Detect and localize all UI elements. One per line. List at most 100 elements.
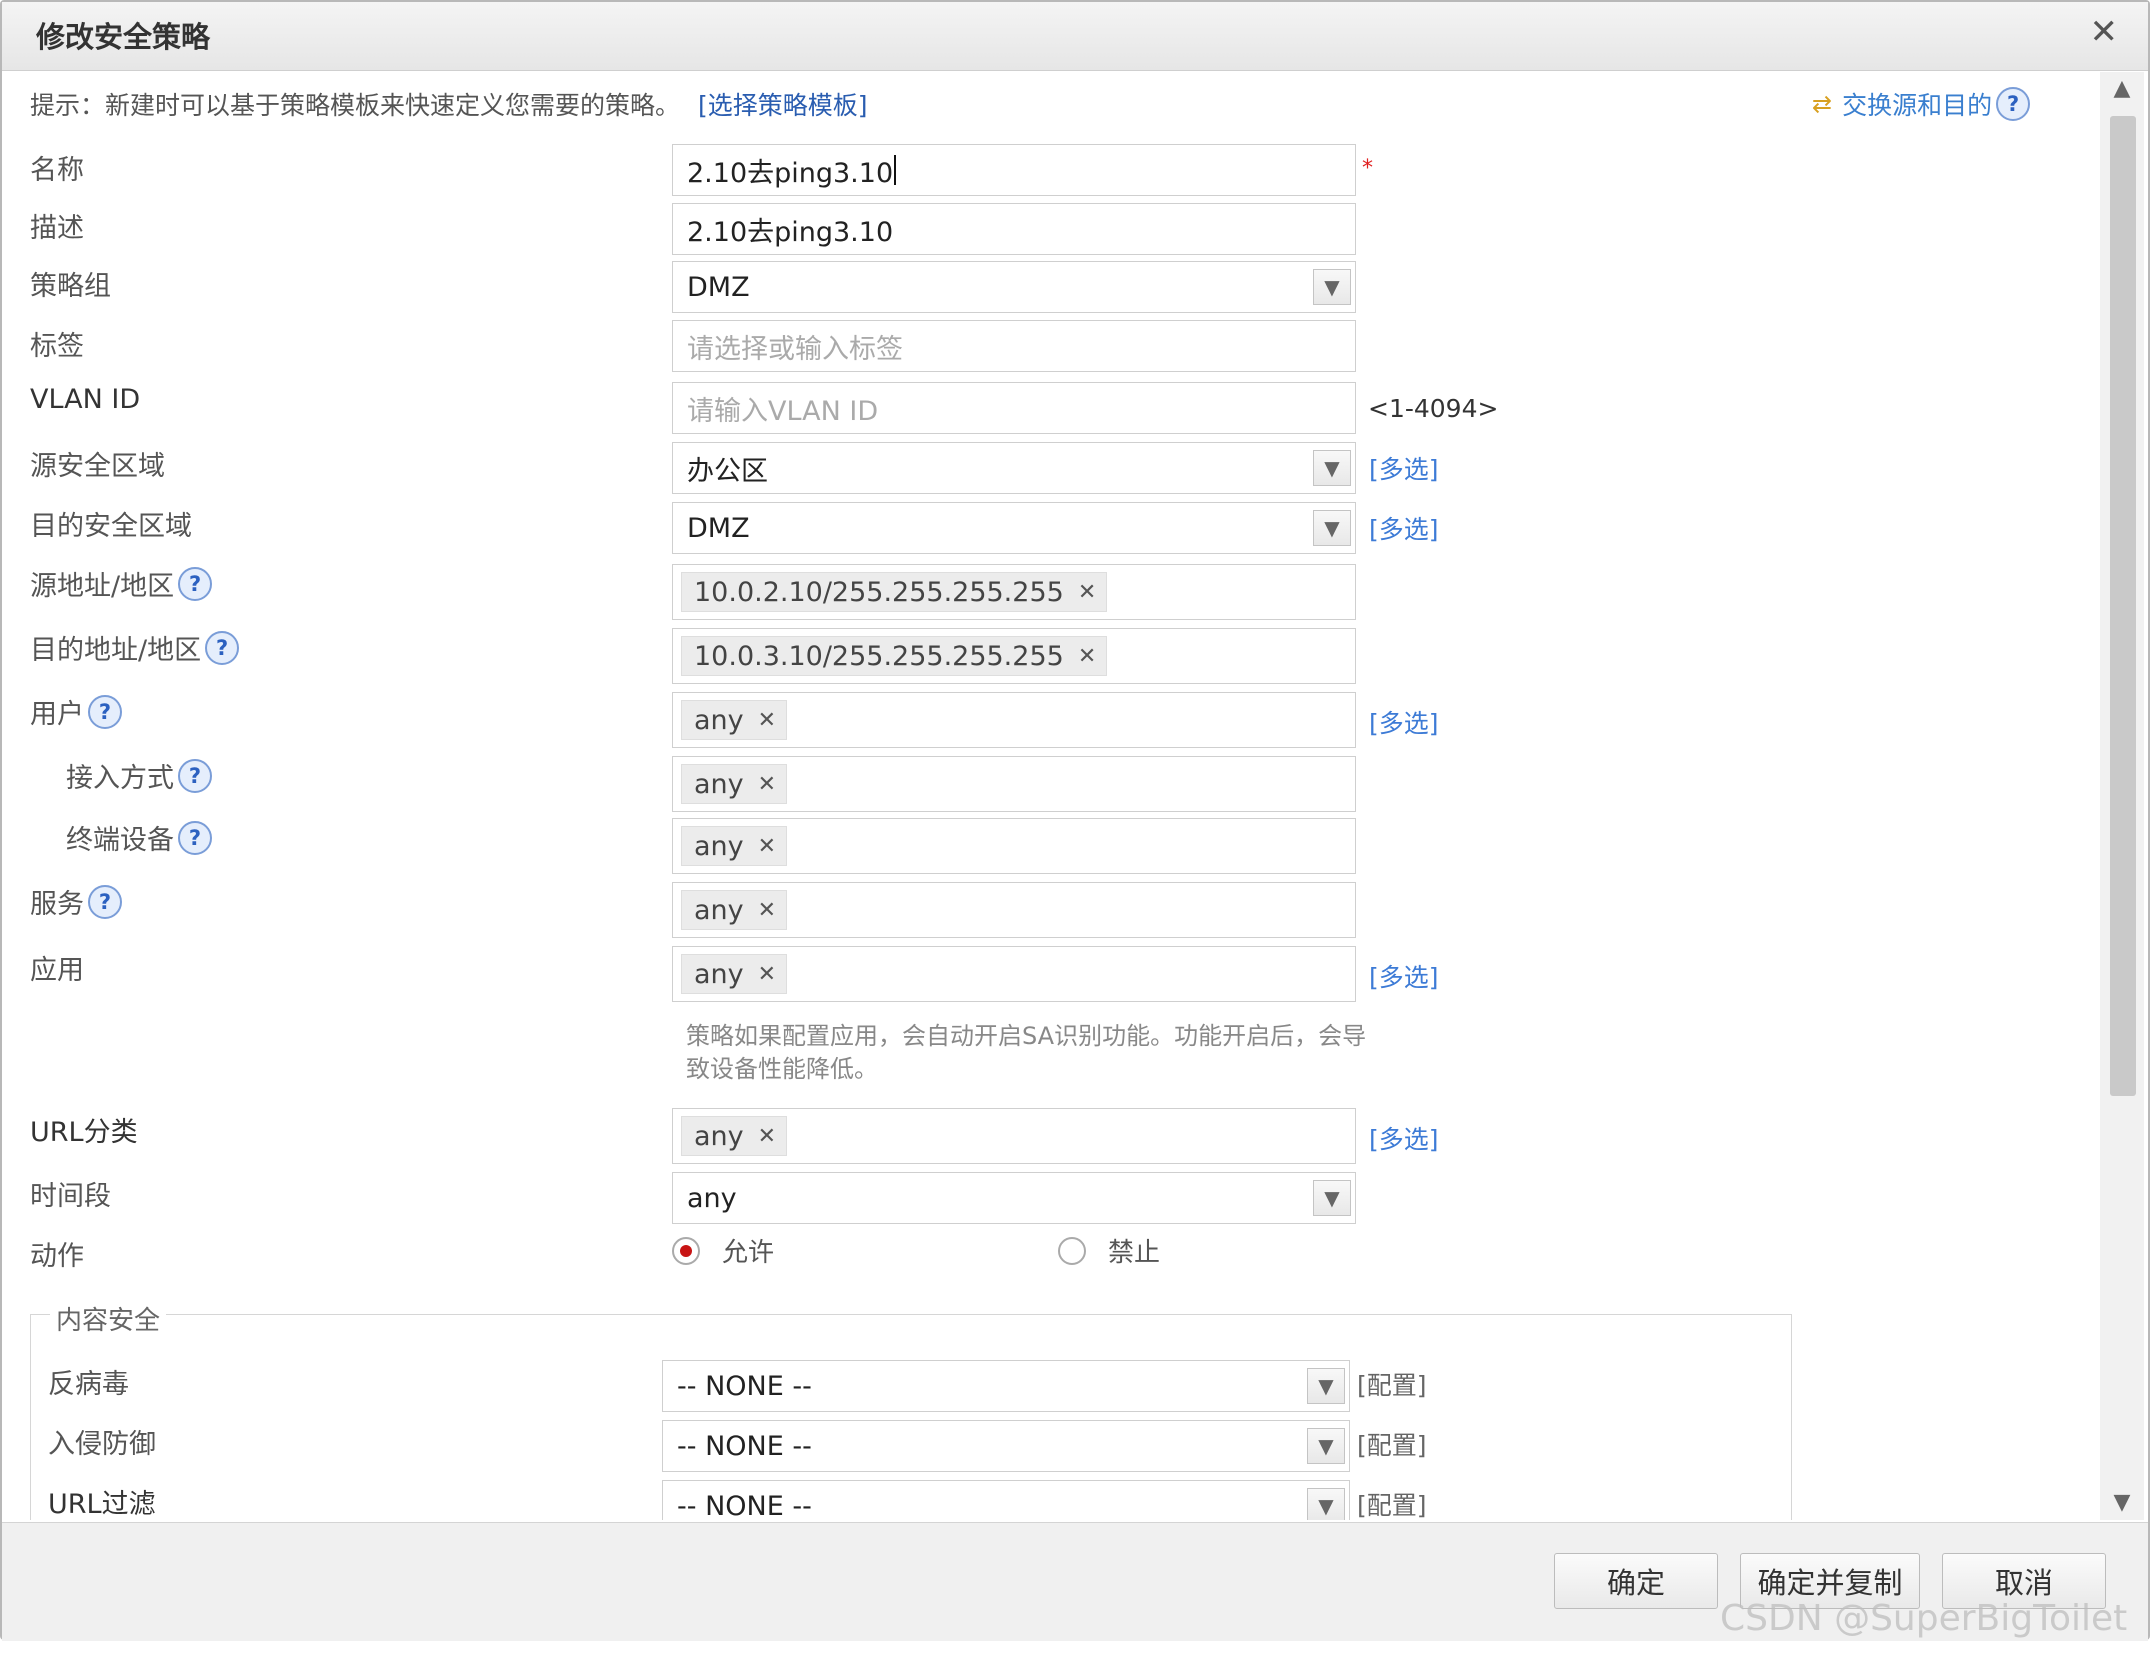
vlan-id-input[interactable]: 请输入VLAN ID xyxy=(672,382,1356,434)
url-filter-select[interactable]: -- NONE -- ▼ xyxy=(662,1480,1350,1520)
chevron-down-icon[interactable]: ▼ xyxy=(1313,269,1351,305)
antivirus-value: -- NONE -- xyxy=(677,1370,812,1402)
name-input[interactable]: 2.10去ping3.10 xyxy=(672,144,1356,196)
remove-tag-icon[interactable]: ✕ xyxy=(758,772,776,797)
source-address-input[interactable]: 10.0.2.10/255.255.255.255 ✕ xyxy=(672,564,1356,620)
help-icon[interactable]: ? xyxy=(1996,87,2031,121)
remove-tag-icon[interactable]: ✕ xyxy=(758,1124,776,1149)
access-method-tag-label: any xyxy=(694,768,744,800)
user-tag: any ✕ xyxy=(681,700,788,740)
remove-tag-icon[interactable]: ✕ xyxy=(758,834,776,859)
chevron-down-icon[interactable]: ▼ xyxy=(1313,450,1351,486)
user-input[interactable]: any ✕ xyxy=(672,692,1356,748)
application-label: 应用 xyxy=(30,955,84,986)
source-address-tag: 10.0.2.10/255.255.255.255 ✕ xyxy=(681,572,1108,612)
chevron-down-icon[interactable]: ▼ xyxy=(1313,510,1351,546)
policy-group-select[interactable]: DMZ ▼ xyxy=(672,261,1356,313)
source-zone-value: 办公区 xyxy=(687,455,768,487)
policy-group-label: 策略组 xyxy=(30,271,111,302)
user-multiselect-link[interactable]: [多选] xyxy=(1369,704,1439,740)
terminal-device-tag-label: any xyxy=(694,830,744,862)
swap-source-destination-link[interactable]: ⇄ 交换源和目的 ? xyxy=(1812,86,2031,122)
chevron-down-icon[interactable]: ▼ xyxy=(1313,1180,1351,1216)
watermark: CSDN @SuperBigToilet xyxy=(1720,1598,2128,1639)
url-filter-value: -- NONE -- xyxy=(677,1490,812,1521)
help-icon[interactable]: ? xyxy=(178,758,212,793)
radio-selected-icon xyxy=(672,1236,700,1265)
access-method-input[interactable]: any ✕ xyxy=(672,756,1356,812)
url-category-tag-label: any xyxy=(694,1120,744,1152)
dialog-titlebar: 修改安全策略 ✕ xyxy=(2,2,2148,71)
dest-zone-select[interactable]: DMZ ▼ xyxy=(672,502,1356,554)
help-icon[interactable]: ? xyxy=(205,630,240,665)
hint-text: 提示：新建时可以基于策略模板来快速定义您需要的策略。 [选择策略模板] xyxy=(30,86,867,122)
help-icon[interactable]: ? xyxy=(88,884,122,919)
hint-message: 提示：新建时可以基于策略模板来快速定义您需要的策略。 xyxy=(30,91,681,120)
terminal-device-input[interactable]: any ✕ xyxy=(672,818,1356,874)
chevron-down-icon[interactable]: ▼ xyxy=(1307,1428,1345,1464)
name-value: 2.10去ping3.10 xyxy=(687,157,894,189)
user-tag-label: any xyxy=(694,704,744,736)
description-label: 描述 xyxy=(30,213,84,244)
application-tag-label: any xyxy=(694,958,744,990)
tag-label: 标签 xyxy=(30,331,84,362)
terminal-device-tag: any ✕ xyxy=(681,826,788,866)
action-allow-label: 允许 xyxy=(722,1238,775,1268)
url-category-label: URL分类 xyxy=(30,1117,138,1148)
select-policy-template-link[interactable]: [选择策略模板] xyxy=(698,91,868,120)
dest-address-label-row: 目的地址/地区 ? xyxy=(30,628,240,667)
action-deny-radio[interactable]: 禁止 xyxy=(1058,1232,1160,1269)
help-icon[interactable]: ? xyxy=(88,694,122,729)
description-input[interactable]: 2.10去ping3.10 xyxy=(672,203,1356,255)
terminal-device-label: 终端设备 xyxy=(66,825,174,856)
dest-address-input[interactable]: 10.0.3.10/255.255.255.255 ✕ xyxy=(672,628,1356,684)
source-address-label: 源地址/地区 xyxy=(30,571,175,602)
application-multiselect-link[interactable]: [多选] xyxy=(1369,958,1439,994)
vertical-scrollbar[interactable]: ▲ ▼ xyxy=(2100,72,2144,1520)
source-zone-multiselect-link[interactable]: [多选] xyxy=(1369,450,1439,486)
remove-tag-icon[interactable]: ✕ xyxy=(1078,580,1096,605)
close-icon[interactable]: ✕ xyxy=(2090,12,2119,52)
scroll-down-icon[interactable]: ▼ xyxy=(2100,1486,2144,1520)
scroll-up-icon[interactable]: ▲ xyxy=(2100,72,2144,106)
url-category-tag: any ✕ xyxy=(681,1116,788,1156)
dest-zone-multiselect-link[interactable]: [多选] xyxy=(1369,510,1439,546)
url-filter-label: URL过滤 xyxy=(48,1489,156,1520)
url-category-multiselect-link[interactable]: [多选] xyxy=(1369,1120,1439,1156)
service-input[interactable]: any ✕ xyxy=(672,882,1356,938)
dest-address-tag-label: 10.0.3.10/255.255.255.255 xyxy=(694,640,1064,672)
access-method-label-row: 接入方式 ? xyxy=(66,756,212,795)
remove-tag-icon[interactable]: ✕ xyxy=(758,898,776,923)
antivirus-config-link[interactable]: [配置] xyxy=(1357,1366,1427,1402)
swap-icon: ⇄ xyxy=(1812,90,1833,118)
chevron-down-icon[interactable]: ▼ xyxy=(1307,1368,1345,1404)
content-security-legend: 内容安全 xyxy=(50,1300,167,1337)
scrollbar-thumb[interactable] xyxy=(2110,116,2136,1096)
time-range-select[interactable]: any ▼ xyxy=(672,1172,1356,1224)
action-allow-radio[interactable]: 允许 xyxy=(672,1232,774,1269)
help-icon[interactable]: ? xyxy=(178,820,212,855)
url-filter-config-link[interactable]: [配置] xyxy=(1357,1486,1427,1520)
ok-button[interactable]: 确定 xyxy=(1554,1553,1718,1609)
time-range-label: 时间段 xyxy=(30,1181,111,1212)
access-method-label: 接入方式 xyxy=(66,763,174,794)
radio-unselected-icon xyxy=(1058,1236,1086,1265)
intrusion-prevention-label: 入侵防御 xyxy=(48,1429,156,1460)
modify-security-policy-dialog: 修改安全策略 ✕ 提示：新建时可以基于策略模板来快速定义您需要的策略。 [选择策… xyxy=(0,0,2150,1641)
tag-input[interactable]: 请选择或输入标签 xyxy=(672,320,1356,372)
antivirus-label: 反病毒 xyxy=(48,1369,129,1400)
dialog-content: 提示：新建时可以基于策略模板来快速定义您需要的策略。 [选择策略模板] ⇄ 交换… xyxy=(12,72,2094,1520)
help-icon[interactable]: ? xyxy=(178,566,213,601)
intrusion-prevention-config-link[interactable]: [配置] xyxy=(1357,1426,1427,1462)
remove-tag-icon[interactable]: ✕ xyxy=(758,962,776,987)
intrusion-prevention-select[interactable]: -- NONE -- ▼ xyxy=(662,1420,1350,1472)
remove-tag-icon[interactable]: ✕ xyxy=(758,708,776,733)
chevron-down-icon[interactable]: ▼ xyxy=(1307,1488,1345,1520)
source-address-label-row: 源地址/地区 ? xyxy=(30,564,213,603)
terminal-device-label-row: 终端设备 ? xyxy=(66,818,212,857)
url-category-input[interactable]: any ✕ xyxy=(672,1108,1356,1164)
source-zone-select[interactable]: 办公区 ▼ xyxy=(672,442,1356,494)
remove-tag-icon[interactable]: ✕ xyxy=(1078,644,1096,669)
antivirus-select[interactable]: -- NONE -- ▼ xyxy=(662,1360,1350,1412)
application-input[interactable]: any ✕ xyxy=(672,946,1356,1002)
